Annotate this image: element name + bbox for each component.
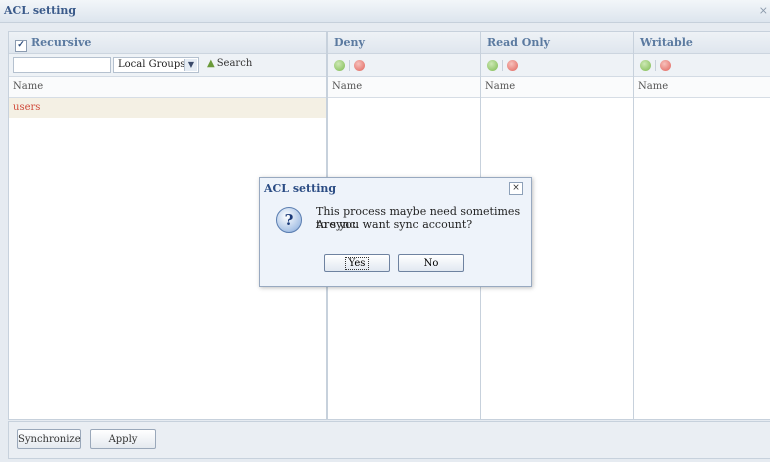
sync-confirm-dialog: ACL setting × ? This process maybe need …: [259, 177, 532, 287]
apply-button[interactable]: Apply: [90, 429, 156, 449]
window-titlebar: ACL setting ×: [0, 0, 770, 23]
chevron-down-icon[interactable]: ▼: [184, 59, 197, 71]
dialog-close-icon[interactable]: ×: [509, 182, 523, 195]
yes-button[interactable]: Yes: [324, 254, 390, 272]
acl-window: ACL setting × ✓ Recursive Local Groups ▼ …: [0, 0, 770, 462]
name-column-header[interactable]: Name: [9, 77, 326, 98]
recursive-checkbox[interactable]: ✓: [15, 40, 27, 52]
divider: [502, 59, 503, 71]
name-column-header[interactable]: Name: [481, 77, 633, 98]
dialog-message-line2: Are you want sync account?: [316, 218, 473, 231]
search-button-label: Search: [216, 58, 253, 69]
search-icon: ▲: [207, 58, 215, 69]
list-item[interactable]: users: [9, 98, 326, 118]
add-icon[interactable]: [640, 59, 651, 71]
add-icon[interactable]: [334, 59, 345, 71]
deny-toolbar: [328, 54, 480, 77]
question-icon: ?: [276, 207, 302, 233]
add-icon[interactable]: [487, 59, 498, 71]
readonly-header: Read Only: [481, 32, 633, 54]
recursive-label: Recursive: [31, 36, 92, 49]
group-type-select[interactable]: Local Groups ▼: [113, 57, 199, 73]
remove-icon[interactable]: [660, 59, 671, 71]
name-column-header[interactable]: Name: [634, 77, 770, 98]
remove-icon[interactable]: [507, 59, 518, 71]
deny-header: Deny: [328, 32, 480, 54]
dialog-title: ACL setting: [264, 182, 337, 195]
writable-panel: Writable Name: [633, 31, 770, 420]
remove-icon[interactable]: [354, 59, 365, 71]
search-button[interactable]: ▲ Search: [207, 58, 252, 69]
divider: [655, 59, 656, 71]
window-close-icon[interactable]: ×: [759, 4, 768, 17]
name-column-header[interactable]: Name: [328, 77, 480, 98]
window-title: ACL setting: [4, 4, 77, 17]
writable-toolbar: [634, 54, 770, 77]
group-type-value: Local Groups: [118, 59, 186, 70]
synchronize-button[interactable]: Synchronize: [17, 429, 81, 449]
readonly-toolbar: [481, 54, 633, 77]
search-input[interactable]: [13, 57, 111, 73]
bottom-toolbar: Synchronize Apply: [8, 421, 770, 459]
search-toolbar: Local Groups ▼ ▲ Search: [9, 54, 326, 77]
divider: [349, 59, 350, 71]
recursive-header: ✓ Recursive: [9, 32, 326, 54]
writable-header: Writable: [634, 32, 770, 54]
no-button[interactable]: No: [398, 254, 464, 272]
yes-button-label: Yes: [344, 257, 370, 270]
